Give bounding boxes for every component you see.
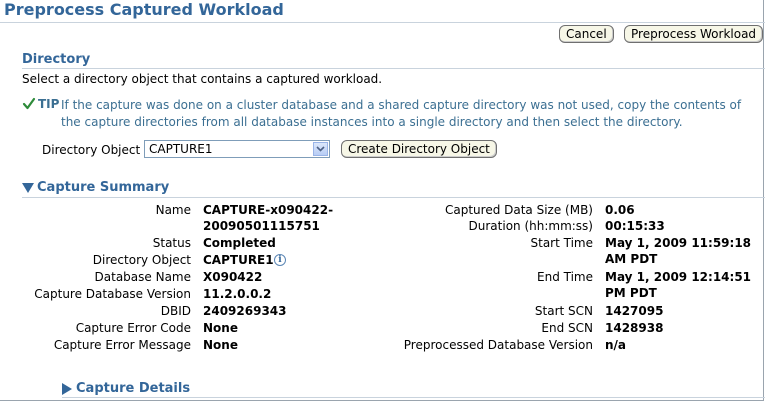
- captured-data-size-value: 0.06: [605, 203, 635, 217]
- name-label: Name: [155, 203, 191, 217]
- triangle-down-icon[interactable]: [22, 183, 34, 193]
- dbid-label: DBID: [160, 304, 191, 318]
- capture-details-divider: [62, 397, 765, 398]
- directory-divider: [22, 68, 765, 69]
- captured-data-size-label: Captured Data Size (MB): [444, 203, 593, 217]
- capture-details-header[interactable]: Capture Details: [76, 381, 190, 396]
- name-value-line2: 20090501115751: [203, 219, 320, 233]
- database-name-value: X090422: [203, 270, 263, 284]
- start-time-value-line2: AM PDT: [605, 252, 658, 266]
- page-title: Preprocess Captured Workload: [4, 0, 284, 19]
- capture-error-message-value: None: [203, 338, 238, 352]
- capture-database-version-value: 11.2.0.0.2: [203, 287, 272, 301]
- directory-object-summary-label: Directory Object: [92, 253, 191, 267]
- checkmark-icon: [22, 97, 36, 110]
- duration-label: Duration (hh:mm:ss): [468, 219, 593, 233]
- end-scn-label: End SCN: [541, 321, 593, 335]
- end-time-label: End Time: [537, 270, 593, 284]
- duration-value: 00:15:33: [605, 219, 665, 233]
- directory-object-label: Directory Object: [42, 143, 141, 157]
- triangle-right-icon[interactable]: [62, 383, 72, 395]
- cancel-button[interactable]: Cancel: [559, 25, 614, 43]
- chevron-down-icon[interactable]: [313, 142, 328, 156]
- directory-instruction: Select a directory object that contains …: [22, 72, 383, 86]
- preprocessed-database-version-label: Preprocessed Database Version: [403, 338, 593, 352]
- dbid-value: 2409269343: [203, 304, 287, 318]
- title-divider: [0, 22, 765, 23]
- start-scn-value: 1427095: [605, 304, 664, 318]
- capture-summary-divider: [22, 197, 765, 198]
- end-time-value-line2: PM PDT: [605, 286, 657, 300]
- status-label: Status: [152, 236, 191, 250]
- preprocessed-database-version-value: n/a: [605, 338, 627, 352]
- end-scn-value: 1428938: [605, 321, 664, 335]
- preprocess-workload-button[interactable]: Preprocess Workload: [624, 25, 764, 43]
- start-scn-label: Start SCN: [534, 304, 593, 318]
- directory-object-value: CAPTURE1: [149, 142, 213, 156]
- tip-text: If the capture was done on a cluster dat…: [61, 98, 742, 129]
- tip-label: TIP: [38, 97, 60, 111]
- directory-object-summary-value: CAPTURE1: [203, 253, 274, 267]
- start-time-value: May 1, 2009 11:59:18: [605, 236, 752, 250]
- capture-database-version-label: Capture Database Version: [34, 287, 191, 301]
- status-value: Completed: [203, 236, 276, 250]
- end-time-value: May 1, 2009 12:14:51: [605, 270, 752, 284]
- create-directory-object-button[interactable]: Create Directory Object: [341, 140, 497, 158]
- capture-error-message-label: Capture Error Message: [53, 338, 191, 352]
- info-icon[interactable]: i: [274, 254, 286, 266]
- directory-section-header: Directory: [22, 52, 91, 67]
- capture-error-code-label: Capture Error Code: [75, 321, 191, 335]
- database-name-label: Database Name: [94, 270, 191, 284]
- capture-summary-header[interactable]: Capture Summary: [37, 180, 169, 195]
- start-time-label: Start Time: [530, 236, 594, 250]
- capture-error-code-value: None: [203, 321, 238, 335]
- directory-object-select[interactable]: CAPTURE1: [144, 140, 330, 158]
- name-value: CAPTURE-x090422-: [203, 203, 334, 217]
